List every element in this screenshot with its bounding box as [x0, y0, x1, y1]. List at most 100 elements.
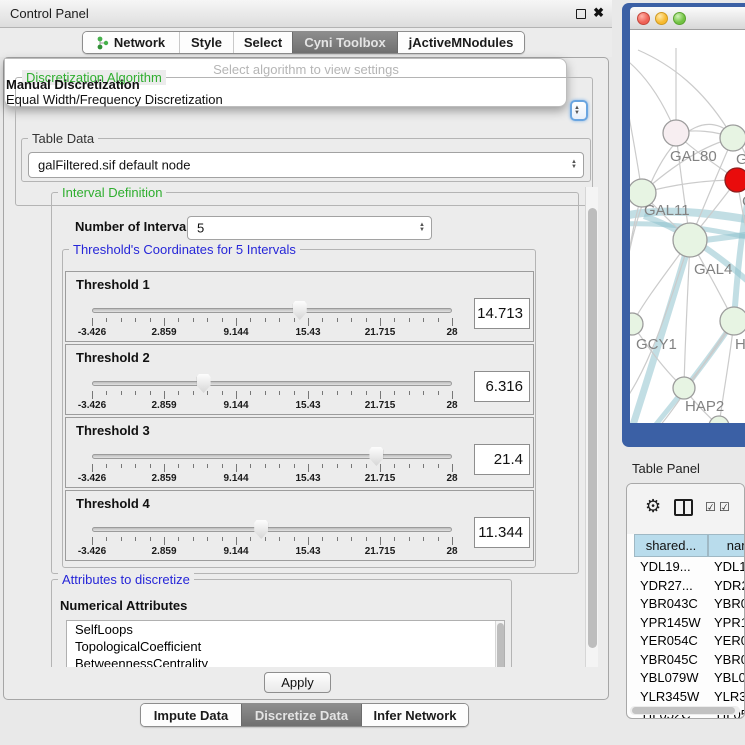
- threshold-value-field[interactable]: 11.344: [474, 517, 530, 548]
- threshold-panel: Threshold 1-3.4262.8599.14415.4321.71528…: [65, 271, 534, 342]
- tick-mark: [380, 464, 381, 472]
- tick-mark: [135, 318, 136, 322]
- threshold-value-field[interactable]: 14.713: [474, 298, 530, 329]
- columns-icon[interactable]: [674, 499, 693, 516]
- slider-thumb[interactable]: [293, 301, 307, 320]
- slider-track[interactable]: [92, 308, 452, 313]
- table-data-group: Table Data galFiltered.sif default node …: [21, 138, 591, 182]
- threshold-value-field[interactable]: 6.316: [474, 371, 530, 402]
- checkbox-icon[interactable]: ☑: [719, 500, 730, 514]
- slider-thumb[interactable]: [369, 447, 383, 466]
- table-cell[interactable]: YBL07: [714, 669, 745, 688]
- table-horizontal-scrollbar-thumb[interactable]: [632, 707, 735, 714]
- table-cell[interactable]: YPR14: [714, 614, 745, 633]
- network-graph-icon: [97, 36, 109, 50]
- tick-label: -3.426: [78, 327, 106, 338]
- tab-label: Cyni Toolbox: [304, 35, 385, 50]
- tick-mark: [222, 391, 223, 395]
- tab-style[interactable]: Style: [179, 32, 233, 53]
- list-item[interactable]: BetweennessCentrality: [67, 655, 504, 667]
- list-item[interactable]: TopologicalCoefficient: [67, 638, 504, 655]
- tick-label: 9.144: [223, 327, 248, 338]
- network-node[interactable]: [673, 377, 695, 399]
- column-header-shared-name[interactable]: shared...: [634, 534, 708, 557]
- float-window-icon[interactable]: [576, 9, 586, 19]
- table-data-combo[interactable]: galFiltered.sif default node ▲▼: [28, 152, 584, 178]
- zoom-traffic-light-icon[interactable]: [673, 12, 686, 25]
- table-cell[interactable]: YDL19...: [640, 558, 691, 577]
- tab-select[interactable]: Select: [233, 32, 292, 53]
- tab-cyni-toolbox[interactable]: Cyni Toolbox: [292, 32, 397, 53]
- table-cell[interactable]: YDR27...: [640, 577, 693, 596]
- tick-mark: [178, 391, 179, 395]
- numerical-attributes-list[interactable]: SelfLoopsTopologicalCoefficientBetweenne…: [66, 620, 505, 667]
- column-header-name[interactable]: name: [708, 534, 745, 557]
- slider-track[interactable]: [92, 527, 452, 532]
- apply-button[interactable]: Apply: [264, 672, 331, 693]
- network-node[interactable]: [720, 307, 745, 335]
- tab-impute-data[interactable]: Impute Data: [141, 704, 241, 726]
- close-traffic-light-icon[interactable]: [637, 12, 650, 25]
- tick-mark: [294, 464, 295, 468]
- checkbox-icon[interactable]: ☑: [705, 500, 716, 514]
- close-icon[interactable]: ✖: [593, 5, 604, 21]
- tick-mark: [452, 464, 453, 472]
- network-node[interactable]: [709, 416, 729, 423]
- table-cell[interactable]: YBR043C: [640, 595, 698, 614]
- edge[interactable]: [642, 138, 733, 193]
- panel-scrollbar-thumb[interactable]: [588, 208, 597, 648]
- tick-mark: [351, 318, 352, 322]
- tick-label: 28: [446, 400, 457, 411]
- attributes-list-scrollbar[interactable]: [495, 621, 504, 667]
- num-intervals-combo[interactable]: 5 ▲▼: [187, 216, 432, 240]
- list-item[interactable]: SelfLoops: [67, 621, 504, 638]
- tick-mark: [135, 464, 136, 468]
- minimize-traffic-light-icon[interactable]: [655, 12, 668, 25]
- algorithm-option-manual[interactable]: Manual Discretization: [6, 77, 140, 92]
- table-cell[interactable]: YDR27: [714, 577, 745, 596]
- table-horizontal-scrollbar[interactable]: [630, 706, 740, 715]
- network-node[interactable]: [630, 313, 643, 335]
- tick-mark: [423, 391, 424, 395]
- tick-label: 2.859: [151, 327, 176, 338]
- tick-mark: [92, 464, 93, 472]
- table-cell[interactable]: YPR145W: [640, 614, 701, 633]
- attributes-group: Attributes to discretize Numerical Attri…: [51, 579, 512, 667]
- tick-mark: [121, 537, 122, 541]
- tick-mark: [322, 318, 323, 322]
- tick-mark: [265, 464, 266, 468]
- network-node[interactable]: [720, 125, 745, 151]
- tick-mark: [351, 537, 352, 541]
- tab-jactivemnodules[interactable]: jActiveMNodules: [397, 32, 524, 53]
- tick-mark: [265, 318, 266, 322]
- network-node[interactable]: [663, 120, 689, 146]
- table-cell[interactable]: YER05: [714, 632, 745, 651]
- table-cell[interactable]: YLR345W: [640, 688, 699, 707]
- edge[interactable]: [630, 90, 642, 193]
- algorithm-option-equal-width[interactable]: Equal Width/Frequency Discretization: [6, 92, 223, 107]
- tab-discretize-data[interactable]: Discretize Data: [241, 704, 361, 726]
- network-node[interactable]: [673, 223, 707, 257]
- panel-scrollbar[interactable]: [585, 187, 598, 667]
- table-cell[interactable]: YDL19: [714, 558, 745, 577]
- tab-infer-network[interactable]: Infer Network: [361, 704, 468, 726]
- table-cell[interactable]: YBR045C: [640, 651, 698, 670]
- slider-track[interactable]: [92, 381, 452, 386]
- slider-track[interactable]: [92, 454, 452, 459]
- table-cell[interactable]: YBR04: [714, 651, 745, 670]
- threshold-value-field[interactable]: 21.4: [474, 444, 530, 475]
- gear-icon[interactable]: ⚙: [645, 496, 661, 517]
- table-cell[interactable]: YBR04: [714, 595, 745, 614]
- table-cell[interactable]: YER054C: [640, 632, 698, 651]
- tick-mark: [193, 464, 194, 468]
- tab-network[interactable]: Network: [83, 32, 179, 53]
- network-canvas[interactable]: GAL80GACGAL11GAL4GCY1HHAP2: [630, 30, 745, 423]
- tick-label: 21.715: [365, 400, 396, 411]
- network-node-selected[interactable]: [725, 168, 745, 192]
- slider-thumb[interactable]: [197, 374, 211, 393]
- algorithm-combo-spinner[interactable]: ▲▼: [570, 100, 588, 121]
- table-cell[interactable]: YBL079W: [640, 669, 699, 688]
- slider-thumb[interactable]: [254, 520, 268, 539]
- table-cell[interactable]: YLR34: [714, 688, 745, 707]
- attributes-list-scrollbar-thumb[interactable]: [497, 623, 504, 667]
